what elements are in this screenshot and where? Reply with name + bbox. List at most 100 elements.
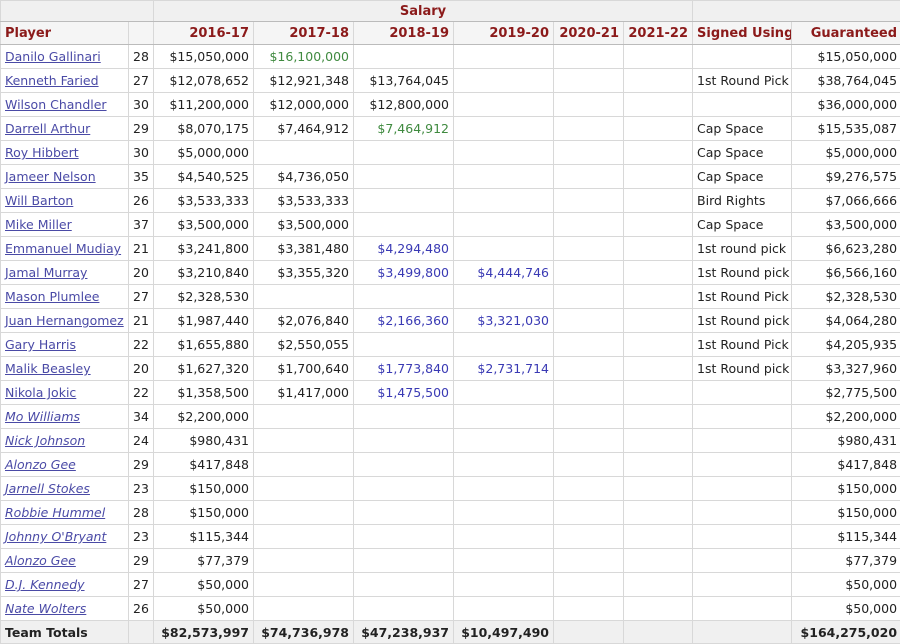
salary-cell	[554, 573, 624, 597]
salary-cell: $4,294,480	[354, 237, 454, 261]
age-cell: 35	[129, 165, 154, 189]
player-link[interactable]: Darrell Arthur	[5, 121, 90, 136]
salary-cell: $2,731,714	[454, 357, 554, 381]
player-link[interactable]: Mason Plumlee	[5, 289, 99, 304]
player-link[interactable]: Jarnell Stokes	[5, 481, 90, 496]
salary-cell	[624, 309, 693, 333]
player-link[interactable]: Jamal Murray	[5, 265, 87, 280]
age-cell: 29	[129, 549, 154, 573]
salary-cell	[624, 333, 693, 357]
player-link[interactable]: Nick Johnson	[5, 433, 85, 448]
player-link[interactable]: Malik Beasley	[5, 361, 91, 376]
player-link[interactable]: Alonzo Gee	[5, 457, 76, 472]
col-header-2018-19[interactable]: 2018-19	[354, 22, 454, 45]
player-link[interactable]: D.J. Kennedy	[5, 577, 85, 592]
salary-cell	[554, 357, 624, 381]
player-link[interactable]: Jameer Nelson	[5, 169, 96, 184]
signed-using-cell: Cap Space	[693, 141, 792, 165]
salary-cell	[254, 525, 354, 549]
col-header-guaranteed[interactable]: Guaranteed	[792, 22, 900, 45]
table-row: Mike Miller37$3,500,000$3,500,000Cap Spa…	[1, 213, 900, 237]
player-link[interactable]: Johnny O'Bryant	[5, 529, 106, 544]
player-link[interactable]: Gary Harris	[5, 337, 76, 352]
salary-cell	[254, 573, 354, 597]
salary-cell: $1,358,500	[154, 381, 254, 405]
over-header-row: Salary	[1, 1, 900, 22]
salary-cell	[554, 45, 624, 69]
player-link[interactable]: Juan Hernangomez	[5, 313, 124, 328]
player-cell: Roy Hibbert	[1, 141, 129, 165]
salary-cell	[624, 429, 693, 453]
col-header-2017-18[interactable]: 2017-18	[254, 22, 354, 45]
age-cell: 24	[129, 429, 154, 453]
player-link[interactable]: Roy Hibbert	[5, 145, 79, 160]
total-salary-cell: $74,736,978	[254, 621, 354, 644]
age-cell: 23	[129, 525, 154, 549]
salary-cell: $3,321,030	[454, 309, 554, 333]
salary-cell	[454, 285, 554, 309]
salary-cell: $16,100,000	[254, 45, 354, 69]
salary-cell: $15,050,000	[154, 45, 254, 69]
col-header-2016-17[interactable]: 2016-17	[154, 22, 254, 45]
guaranteed-cell: $9,276,575	[792, 165, 900, 189]
salary-cell: $3,500,000	[254, 213, 354, 237]
salary-cell: $7,464,912	[254, 117, 354, 141]
salary-cell	[624, 549, 693, 573]
salary-cell: $3,500,000	[154, 213, 254, 237]
player-link[interactable]: Robbie Hummel	[5, 505, 105, 520]
col-header-signed-using[interactable]: Signed Using	[693, 22, 792, 45]
signed-using-cell: 1st Round pick	[693, 309, 792, 333]
table-row: Kenneth Faried27$12,078,652$12,921,348$1…	[1, 69, 900, 93]
salary-cell: $980,431	[154, 429, 254, 453]
age-cell: 29	[129, 117, 154, 141]
signed-using-cell	[693, 525, 792, 549]
guaranteed-cell: $38,764,045	[792, 69, 900, 93]
salary-cell	[624, 213, 693, 237]
salary-cell: $3,355,320	[254, 261, 354, 285]
player-link[interactable]: Danilo Gallinari	[5, 49, 101, 64]
guaranteed-cell: $115,344	[792, 525, 900, 549]
player-link[interactable]: Nate Wolters	[5, 601, 86, 616]
table-row: Juan Hernangomez21$1,987,440$2,076,840$2…	[1, 309, 900, 333]
table-row: Mo Williams34$2,200,000$2,200,000	[1, 405, 900, 429]
col-header-2019-20[interactable]: 2019-20	[454, 22, 554, 45]
salary-cell	[354, 429, 454, 453]
player-link[interactable]: Mike Miller	[5, 217, 72, 232]
signed-using-cell	[693, 45, 792, 69]
salary-cell: $5,000,000	[154, 141, 254, 165]
player-link[interactable]: Wilson Chandler	[5, 97, 107, 112]
player-link[interactable]: Mo Williams	[5, 409, 80, 424]
player-link[interactable]: Will Barton	[5, 193, 73, 208]
salary-cell	[554, 285, 624, 309]
salary-cell	[454, 405, 554, 429]
salary-cell: $7,464,912	[354, 117, 454, 141]
player-link[interactable]: Nikola Jokic	[5, 385, 76, 400]
signed-using-cell: 1st Round pick	[693, 261, 792, 285]
col-header-2020-21[interactable]: 2020-21	[554, 22, 624, 45]
player-cell: Will Barton	[1, 189, 129, 213]
salary-cell: $2,328,530	[154, 285, 254, 309]
salary-cell	[624, 501, 693, 525]
col-header-2021-22[interactable]: 2021-22	[624, 22, 693, 45]
salary-cell	[624, 285, 693, 309]
salary-cell	[454, 573, 554, 597]
salary-cell	[354, 453, 454, 477]
guaranteed-cell: $50,000	[792, 597, 900, 621]
salary-cell	[554, 405, 624, 429]
guaranteed-cell: $50,000	[792, 573, 900, 597]
player-link[interactable]: Kenneth Faried	[5, 73, 99, 88]
col-header-age[interactable]	[129, 22, 154, 45]
player-link[interactable]: Emmanuel Mudiay	[5, 241, 121, 256]
player-link[interactable]: Alonzo Gee	[5, 553, 76, 568]
guaranteed-cell: $2,775,500	[792, 381, 900, 405]
table-row: Danilo Gallinari28$15,050,000$16,100,000…	[1, 45, 900, 69]
salary-cell	[454, 549, 554, 573]
salary-group-header: Salary	[154, 1, 693, 22]
salary-cell	[554, 333, 624, 357]
signed-using-cell	[693, 453, 792, 477]
guaranteed-cell: $7,066,666	[792, 189, 900, 213]
guaranteed-cell: $980,431	[792, 429, 900, 453]
salary-cell	[554, 597, 624, 621]
col-header-player[interactable]: Player	[1, 22, 129, 45]
age-cell: 23	[129, 477, 154, 501]
